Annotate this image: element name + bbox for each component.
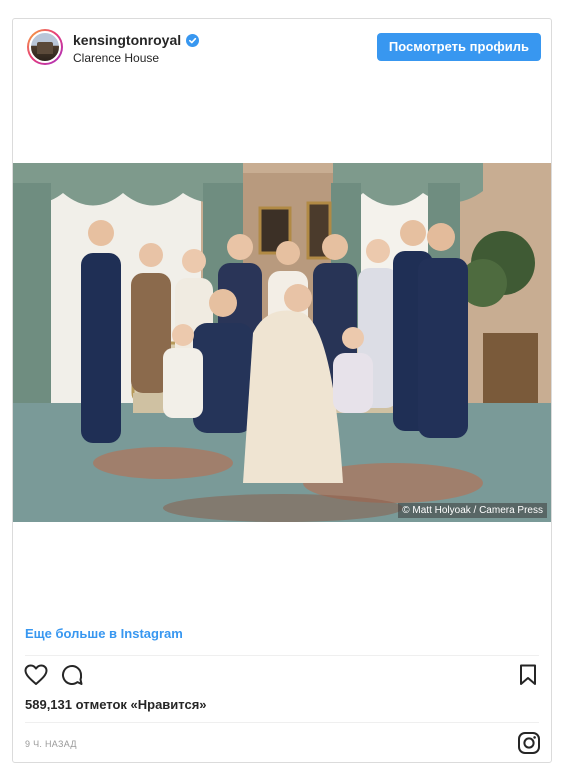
post-photo[interactable]: © Matt Holyoak / Camera Press [13,163,551,522]
action-bar [23,662,541,690]
post-location[interactable]: Clarence House [73,51,159,65]
post-timestamp[interactable]: 9 Ч. НАЗАД [25,739,77,749]
username[interactable]: kensingtonroyal [73,32,181,48]
bookmark-icon[interactable] [515,662,541,688]
divider [25,655,539,656]
likes-count[interactable]: 589,131 отметок «Нравится» [25,697,207,712]
view-profile-button[interactable]: Посмотреть профиль [376,33,541,61]
comment-icon[interactable] [59,662,85,688]
instagram-logo-icon[interactable] [517,731,541,755]
photo-credit: © Matt Holyoak / Camera Press [398,503,547,518]
username-row: kensingtonroyal [73,32,200,48]
profile-avatar[interactable] [27,29,63,65]
post-header: kensingtonroyal Clarence House Посмотрет… [13,19,551,75]
divider [25,722,539,723]
photo-illustration [13,163,551,522]
heart-icon[interactable] [23,662,49,688]
instagram-embed-card: kensingtonroyal Clarence House Посмотрет… [12,18,552,763]
more-on-instagram-link[interactable]: Еще больше в Instagram [25,626,183,641]
avatar-image [29,31,61,63]
verified-badge-icon [186,33,200,47]
